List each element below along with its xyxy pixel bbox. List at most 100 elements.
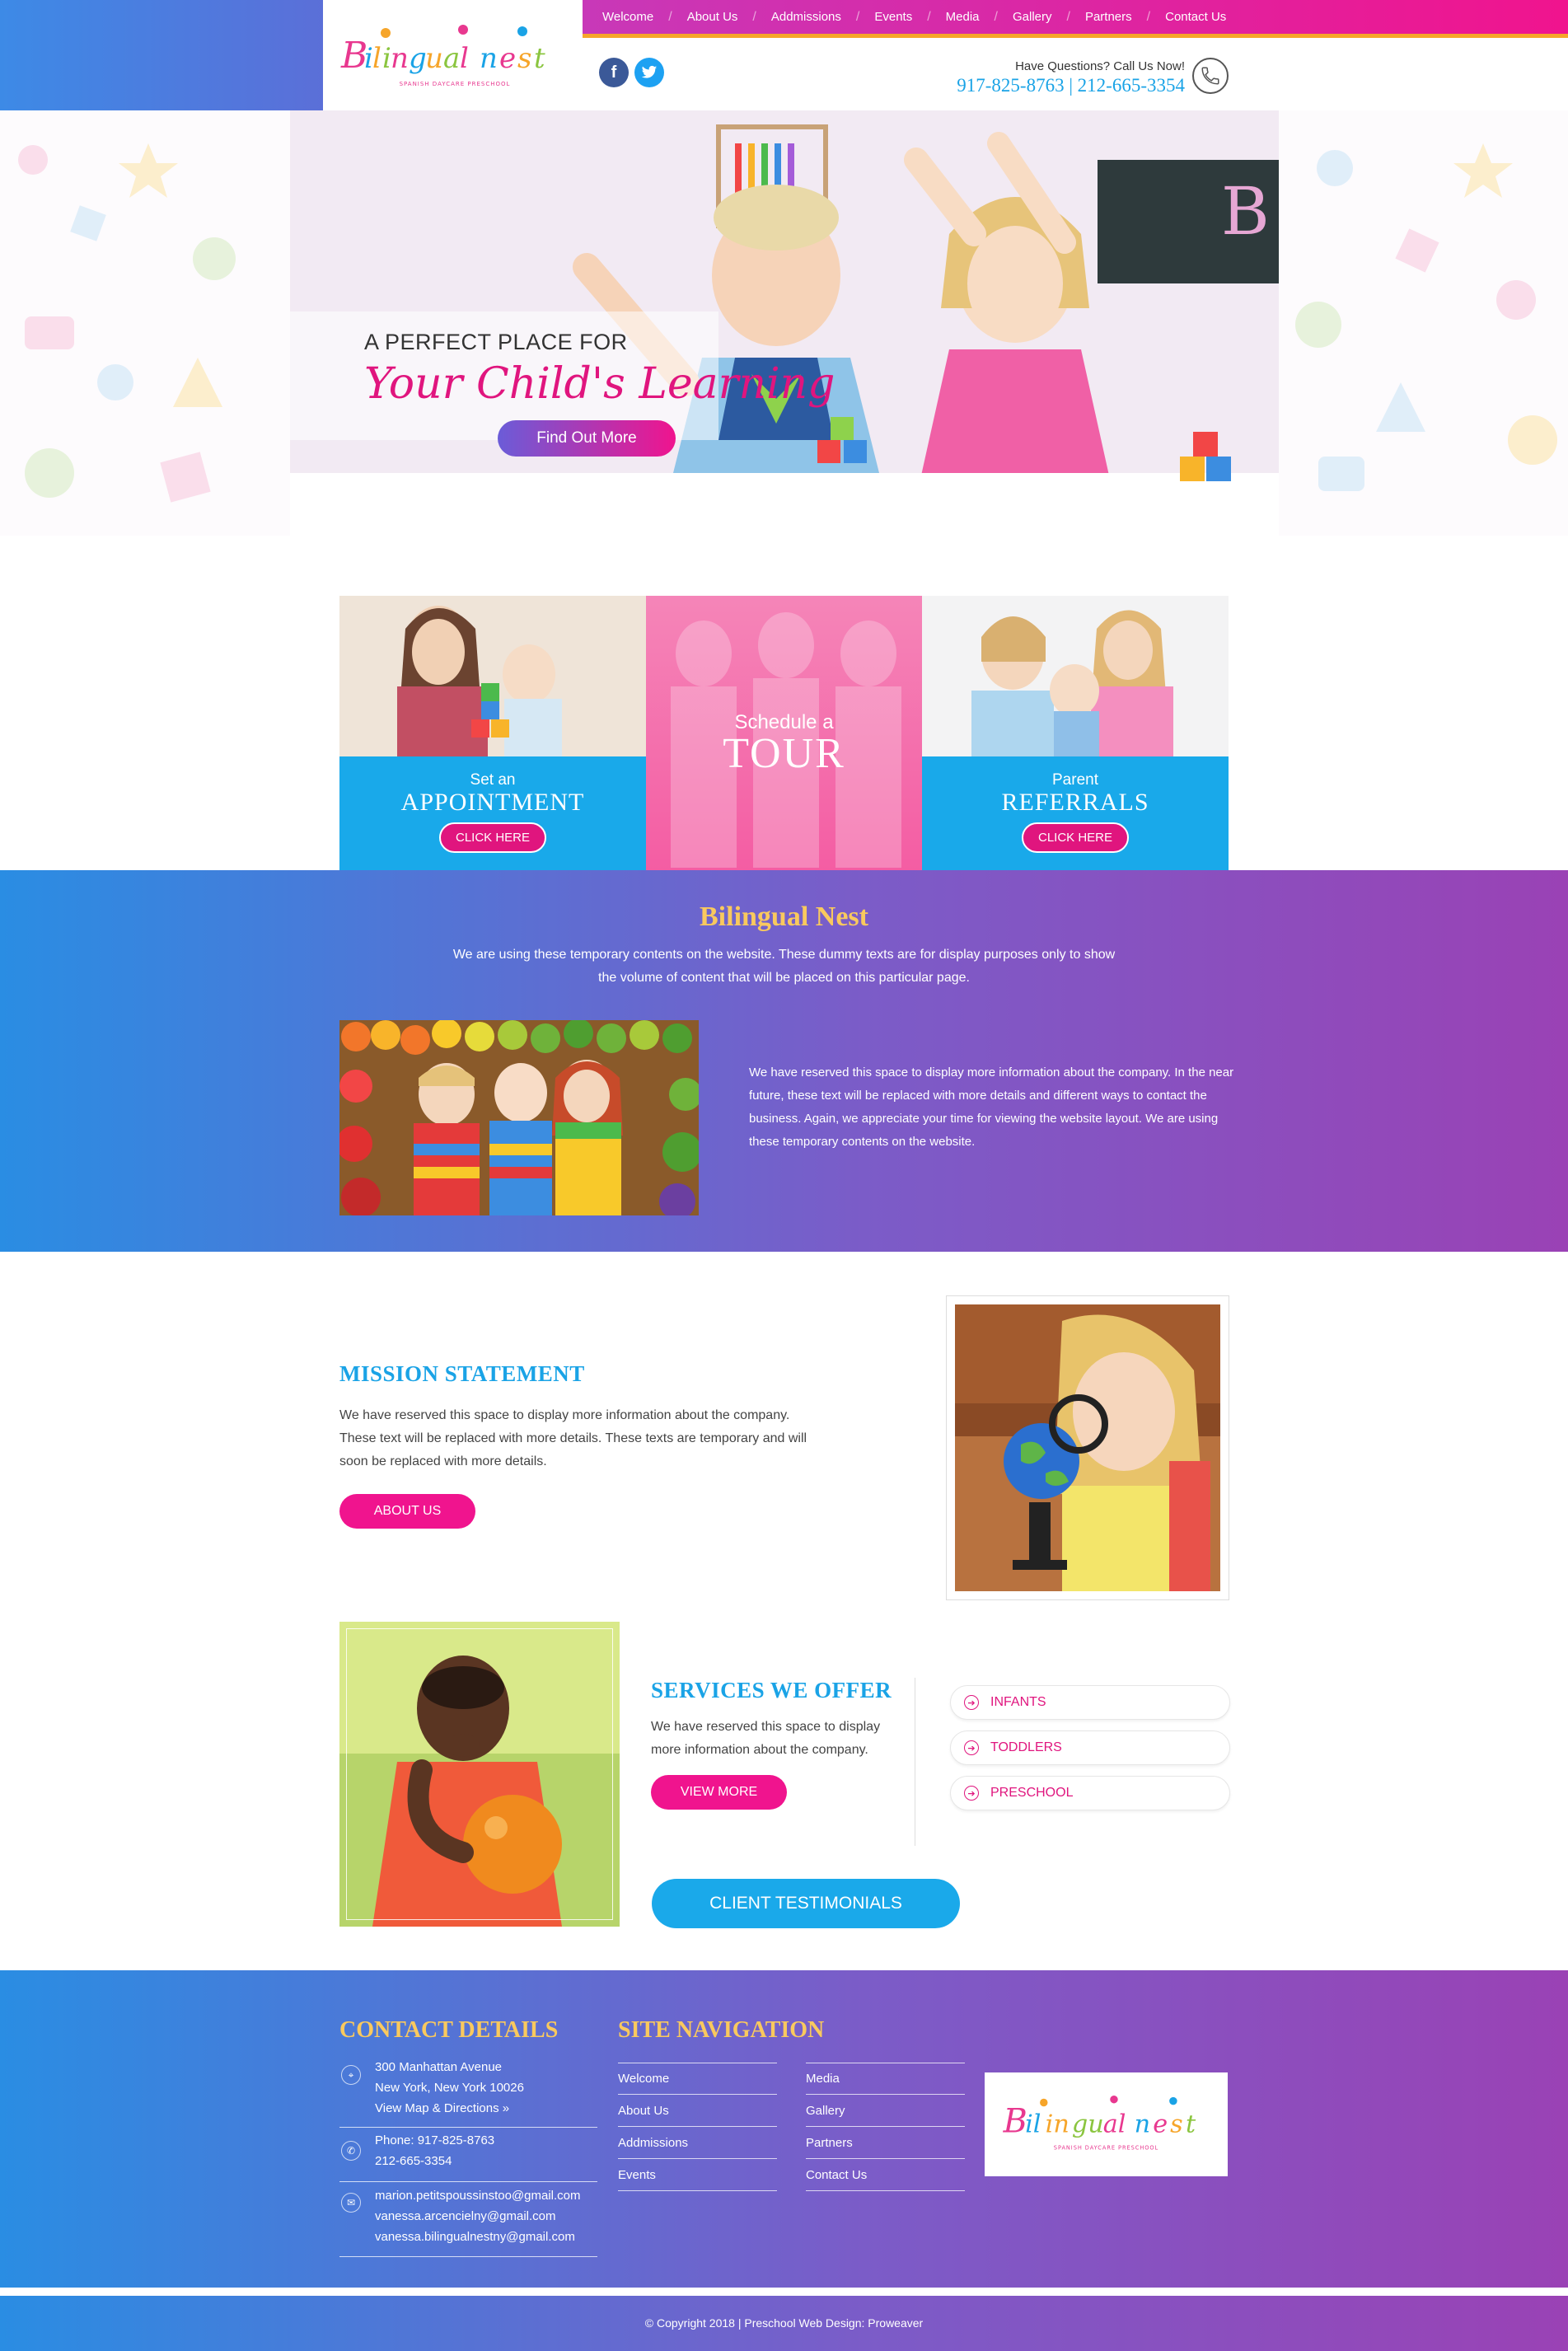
footer-nav-column-2: Media Gallery Partners Contact Us	[806, 2063, 965, 2191]
header-phone-numbers[interactable]: 917-825-8763 | 212-665-3354	[957, 75, 1185, 96]
svg-text:SPANISH DAYCARE PRESCHOOL: SPANISH DAYCARE PRESCHOOL	[1054, 2144, 1158, 2151]
call-us-question: Have Questions? Call Us Now!	[1015, 59, 1185, 73]
main-navigation: Welcome / About Us / Addmissions / Events / …	[583, 0, 1568, 38]
find-out-more-button[interactable]: Find Out More	[498, 420, 676, 457]
svg-text:al: al	[1103, 2110, 1126, 2138]
services-body-text: We have reserved this space to display m…	[651, 1720, 881, 1757]
appointment-card[interactable]: Set an APPOINTMENT CLICK HERE	[339, 596, 646, 870]
svg-text:n: n	[391, 42, 409, 75]
program-label: TODDLERS	[990, 1740, 1062, 1754]
mission-title: MISSION STATEMENT	[339, 1361, 585, 1386]
svg-text:e: e	[1153, 2110, 1168, 2138]
nav-item-about-us[interactable]: About Us /	[687, 10, 771, 25]
program-preschool[interactable]: ➔ PRESCHOOL	[950, 1776, 1230, 1810]
footer-nav-events[interactable]: Events	[618, 2159, 777, 2191]
appointment-photo	[339, 596, 646, 756]
footer-nav-contact-us[interactable]: Contact Us	[806, 2159, 965, 2191]
svg-text:t: t	[1186, 2110, 1196, 2138]
nav-item-media[interactable]: Media /	[946, 10, 1013, 25]
svg-text:B: B	[1221, 173, 1270, 250]
program-infants[interactable]: ➔ INFANTS	[950, 1685, 1230, 1720]
contact-address: ⌖ 300 Manhattan Avenue New York, New Yor…	[339, 2057, 597, 2128]
footer-nav-media[interactable]: Media	[806, 2063, 965, 2095]
contact-email: ✉ marion.petitspoussinstoo@gmail.com van…	[339, 2185, 597, 2257]
email-link[interactable]: marion.petitspoussinstoo@gmail.com	[375, 2185, 597, 2206]
about-title: Bilingual Nest	[700, 902, 868, 932]
referrals-click-here-button[interactable]: CLICK HERE	[1022, 822, 1129, 853]
svg-text:s: s	[1170, 2110, 1183, 2138]
nav-item-events[interactable]: Events /	[874, 10, 945, 25]
footer-nav-gallery[interactable]: Gallery	[806, 2095, 965, 2127]
hero-script-heading: Your Child's Learning	[364, 359, 835, 409]
svg-text:u: u	[425, 42, 443, 75]
email-link[interactable]: vanessa.arcencielny@gmail.com	[375, 2206, 597, 2227]
about-us-button[interactable]: ABOUT US	[339, 1494, 475, 1529]
phone-line-1[interactable]: Phone: 917-825-8763	[375, 2130, 597, 2151]
appointment-small-text: Set an	[470, 771, 516, 789]
footer-logo[interactable]: B il in gu al n e s t SPANISH DAYCARE PR…	[997, 2083, 1215, 2166]
svg-text:e: e	[499, 42, 516, 75]
header-left-band	[0, 0, 323, 110]
client-testimonials-button[interactable]: CLIENT TESTIMONIALS	[652, 1879, 960, 1928]
svg-text:s: s	[517, 42, 531, 75]
address-line-2: New York, New York 10026	[375, 2081, 524, 2095]
contact-phone: ✆ Phone: 917-825-8763 212-665-3354	[339, 2130, 597, 2182]
nav-item-admissions[interactable]: Addmissions /	[771, 10, 875, 25]
referrals-title: REFERRALS	[1001, 789, 1149, 816]
boy-with-ball-photo	[339, 1622, 620, 1927]
svg-text:il: il	[1025, 2110, 1041, 2138]
svg-text:n: n	[1135, 2110, 1151, 2138]
map-directions-link[interactable]: View Map & Directions »	[375, 2098, 597, 2119]
footer-nav-welcome[interactable]: Welcome	[618, 2063, 777, 2095]
svg-text:a: a	[443, 42, 460, 75]
photo-inner-border	[346, 1628, 613, 1920]
site-logo[interactable]: B i l i n g u a l n e s t SPANISH DAYCAR…	[339, 15, 570, 97]
footer-nav-about-us[interactable]: About Us	[618, 2095, 777, 2127]
program-label: INFANTS	[990, 1695, 1046, 1709]
site-navigation-heading: SITE NAVIGATION	[618, 2017, 825, 2043]
about-intro-text: We are using these temporary contents on…	[452, 948, 1116, 985]
phone-icon: ✆	[341, 2141, 361, 2161]
svg-text:g: g	[409, 42, 427, 75]
appointment-click-here-button[interactable]: CLICK HERE	[439, 822, 546, 853]
email-link[interactable]: vanessa.bilingualnestny@gmail.com	[375, 2227, 597, 2247]
arrow-right-icon: ➔	[964, 1695, 979, 1710]
footer-nav-column-1: Welcome About Us Addmissions Events	[618, 2063, 777, 2191]
schedule-tour-card[interactable]: Schedule a TOUR	[646, 596, 922, 870]
mission-photo-frame	[946, 1295, 1229, 1600]
referrals-photo	[922, 596, 1229, 756]
view-more-button[interactable]: VIEW MORE	[651, 1775, 787, 1810]
phone-line-2[interactable]: 212-665-3354	[375, 2151, 597, 2171]
svg-text:n: n	[480, 42, 498, 75]
nav-item-welcome[interactable]: Welcome /	[602, 10, 687, 25]
referrals-small-text: Parent	[1052, 771, 1098, 789]
svg-text:l: l	[372, 42, 381, 75]
nav-item-partners[interactable]: Partners /	[1085, 10, 1165, 25]
facebook-icon[interactable]: f	[599, 58, 629, 87]
call-us-block: Have Questions? Call Us Now! 917-825-876…	[957, 59, 1185, 96]
copyright-text: © Copyright 2018 | Preschool Web Design:…	[644, 2316, 924, 2330]
svg-text:B: B	[1003, 2102, 1027, 2140]
twitter-icon[interactable]	[634, 58, 664, 87]
svg-text:in: in	[1046, 2110, 1070, 2138]
map-pin-icon: ⌖	[341, 2065, 361, 2085]
contact-details-heading: CONTACT DETAILS	[339, 2017, 559, 2043]
kids-with-fruit-photo	[339, 1020, 699, 1215]
svg-text:SPANISH DAYCARE PRESCHOOL: SPANISH DAYCARE PRESCHOOL	[400, 81, 511, 87]
arrow-right-icon: ➔	[964, 1786, 979, 1801]
email-icon: ✉	[341, 2193, 361, 2213]
program-label: PRESCHOOL	[990, 1786, 1074, 1800]
nav-item-gallery[interactable]: Gallery /	[1013, 10, 1085, 25]
girl-with-globe-photo	[955, 1304, 1220, 1591]
svg-text:t: t	[534, 42, 545, 75]
footer-nav-partners[interactable]: Partners	[806, 2127, 965, 2159]
mission-body-text: We have reserved this space to display m…	[339, 1408, 807, 1468]
phone-icon[interactable]	[1192, 58, 1229, 94]
nav-item-contact-us[interactable]: Contact Us	[1165, 10, 1226, 24]
footer-nav-admissions[interactable]: Addmissions	[618, 2127, 777, 2159]
referrals-card[interactable]: Parent REFERRALS CLICK HERE	[922, 596, 1229, 870]
address-line-1: 300 Manhattan Avenue	[375, 2060, 503, 2074]
svg-text:gu: gu	[1072, 2110, 1104, 2138]
program-toddlers[interactable]: ➔ TODDLERS	[950, 1730, 1230, 1765]
about-body-text: We have reserved this space to display m…	[749, 1065, 1234, 1149]
